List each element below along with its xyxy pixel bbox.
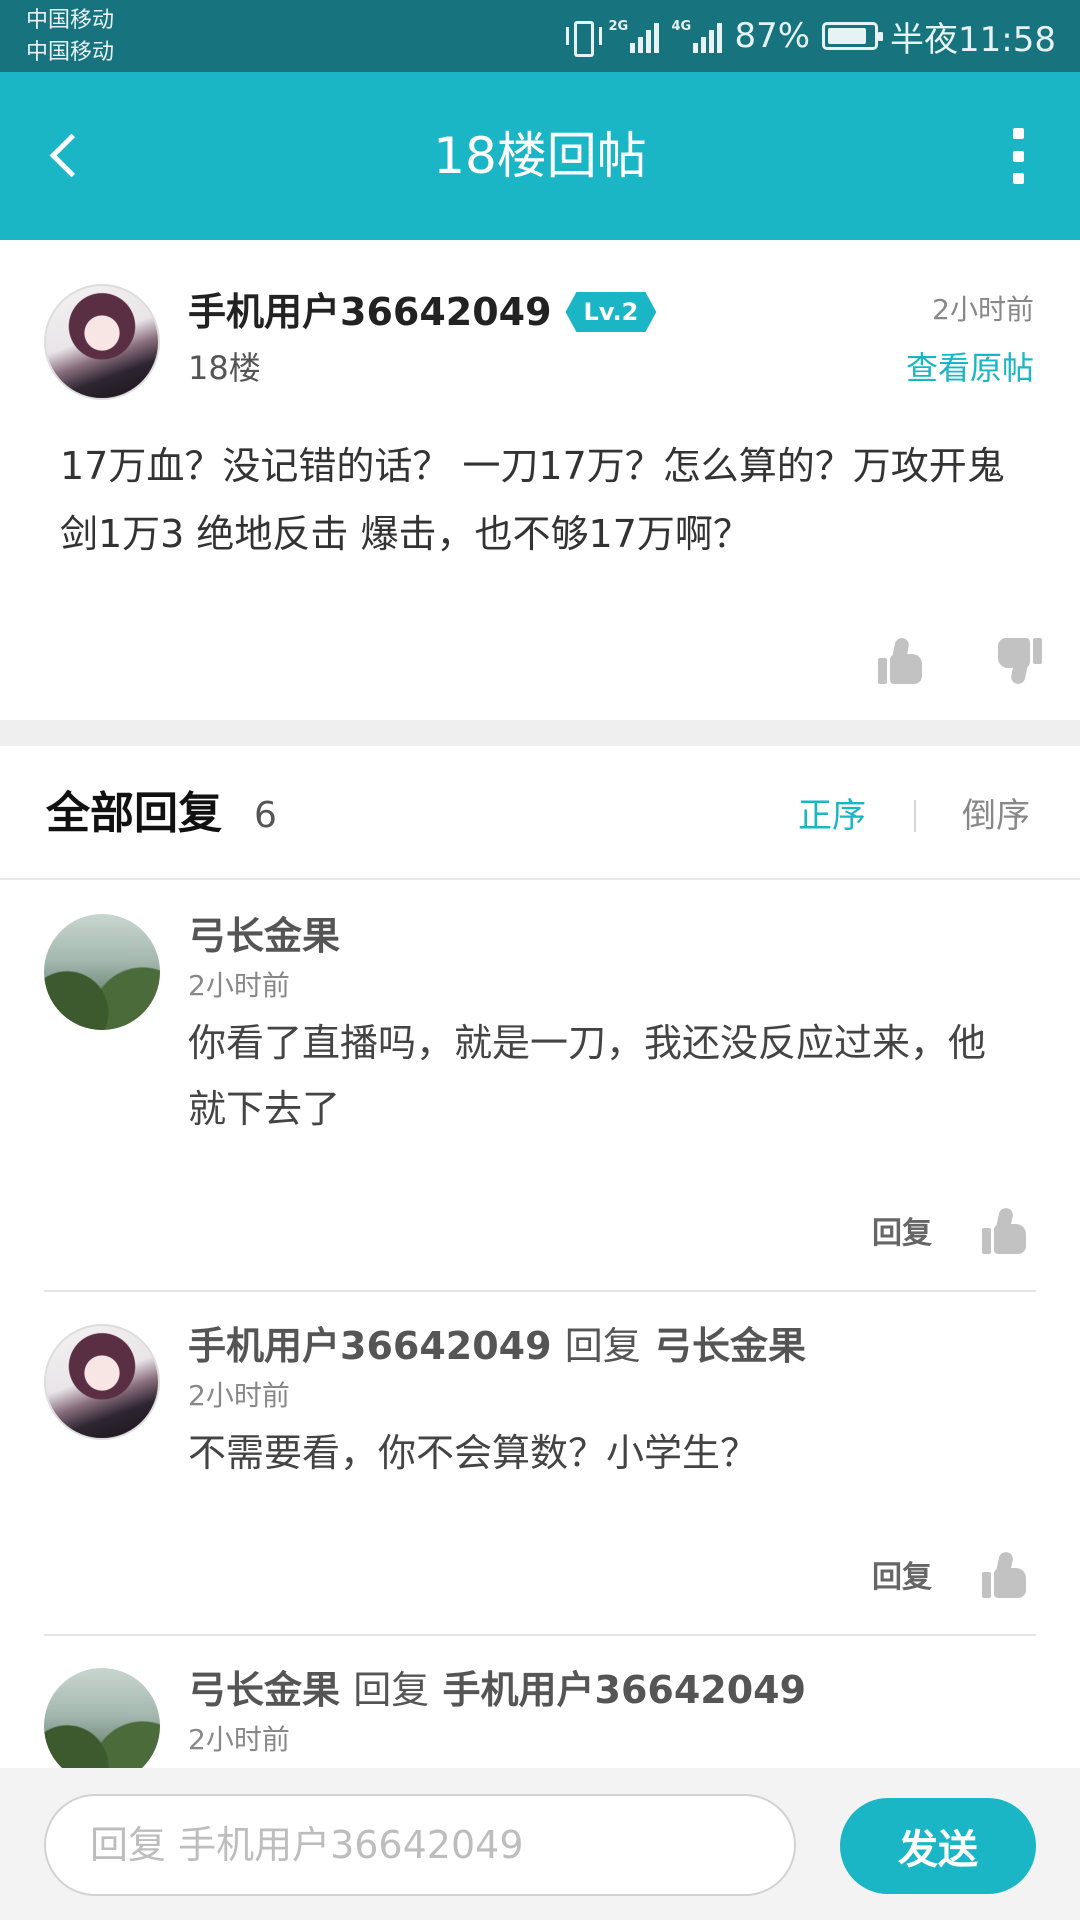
reply-item: 弓长金果 回复 手机用户36642049 2小时前 (0, 1636, 1080, 1768)
avatar[interactable] (44, 1324, 160, 1440)
post-time: 2小时前 (932, 293, 1034, 326)
more-vertical-icon[interactable] (998, 128, 1038, 184)
post-content: 17万血？没记错的话？ 一刀17万？怎么算的？万攻开鬼剑1万3 绝地反击 爆击，… (60, 444, 1005, 556)
author-name[interactable]: 弓长金果 (188, 914, 340, 958)
reply-verb: 回复 (564, 1324, 641, 1368)
reply-content: 不需要看，你不会算数？小学生？ (188, 1431, 759, 1475)
original-post: 手机用户36642049 Lv.2 18楼 2小时前 查看原帖 17万血？没记错… (0, 240, 1080, 720)
reply-button[interactable]: 回复 (872, 1554, 932, 1602)
reply-time: 2小时前 (188, 969, 290, 1002)
reply-input[interactable] (44, 1794, 796, 1896)
replies-title: 全部回复 (46, 788, 222, 839)
network-type: 4G (671, 19, 692, 34)
reply-content: 你看了直播吗，就是一刀，我还没反应过来，他就下去了 (188, 1021, 987, 1131)
network-type: 2G (608, 19, 629, 34)
avatar[interactable] (44, 284, 160, 400)
section-divider (0, 720, 1080, 746)
author-name[interactable]: 手机用户36642049 (188, 1324, 552, 1368)
reply-composer: 发送 (0, 1768, 1080, 1920)
post-author: 手机用户36642049 Lv.2 (188, 284, 657, 340)
battery-icon (822, 22, 884, 50)
reply-time: 2小时前 (188, 1379, 290, 1412)
signal-icon: 2G (608, 19, 660, 53)
sort-descending-button[interactable]: 倒序 (962, 788, 1030, 844)
floor-number: 18楼 (188, 349, 261, 387)
avatar[interactable] (44, 914, 160, 1030)
reply-button[interactable]: 回复 (872, 1210, 932, 1258)
reply-author: 弓长金果 (188, 906, 340, 966)
app-header: 18楼回帖 (0, 72, 1080, 240)
reply-time: 2小时前 (188, 1723, 290, 1756)
status-bar: 中国移动 中国移动 2G 4G 87% 半夜11:58 (0, 0, 1080, 72)
sort-ascending-button[interactable]: 正序 (798, 788, 866, 844)
thumbs-up-icon[interactable] (980, 1550, 1028, 1600)
thumbs-up-icon[interactable] (980, 1206, 1028, 1256)
reply-author: 弓长金果 回复 手机用户36642049 (188, 1660, 806, 1720)
clock: 半夜11:58 (890, 19, 1056, 60)
replies-header: 全部回复 6 正序 倒序 (0, 746, 1080, 880)
avatar[interactable] (44, 1668, 160, 1768)
carrier-label: 中国移动 (26, 8, 115, 33)
carrier-label: 中国移动 (26, 40, 115, 65)
status-indicators: 2G 4G 87% 半夜11:58 (566, 10, 1056, 62)
signal-icon: 4G (671, 19, 723, 53)
author-name[interactable]: 弓长金果 (188, 1668, 340, 1712)
thumbs-up-icon[interactable] (876, 636, 924, 686)
reply-item: 手机用户36642049 回复 弓长金果 2小时前 不需要看，你不会算数？小学生… (0, 1292, 1080, 1636)
battery-percent: 87% (734, 16, 811, 56)
thumbs-down-icon[interactable] (996, 636, 1044, 686)
page-title: 18楼回帖 (433, 127, 647, 185)
replies-count: 6 (254, 795, 277, 836)
level-badge: Lv.2 (565, 292, 657, 332)
view-original-link[interactable]: 查看原帖 (906, 344, 1034, 392)
reply-target-name[interactable]: 手机用户36642049 (443, 1668, 807, 1712)
send-button[interactable]: 发送 (840, 1798, 1036, 1894)
reply-target-name[interactable]: 弓长金果 (654, 1324, 806, 1368)
reply-item: 弓长金果 2小时前 你看了直播吗，就是一刀，我还没反应过来，他就下去了 回复 (0, 882, 1080, 1292)
sort-divider (914, 800, 916, 832)
reply-verb: 回复 (353, 1668, 430, 1712)
vibrate-icon (566, 19, 603, 57)
reply-author: 手机用户36642049 回复 弓长金果 (188, 1316, 806, 1376)
author-name[interactable]: 手机用户36642049 (188, 284, 552, 340)
